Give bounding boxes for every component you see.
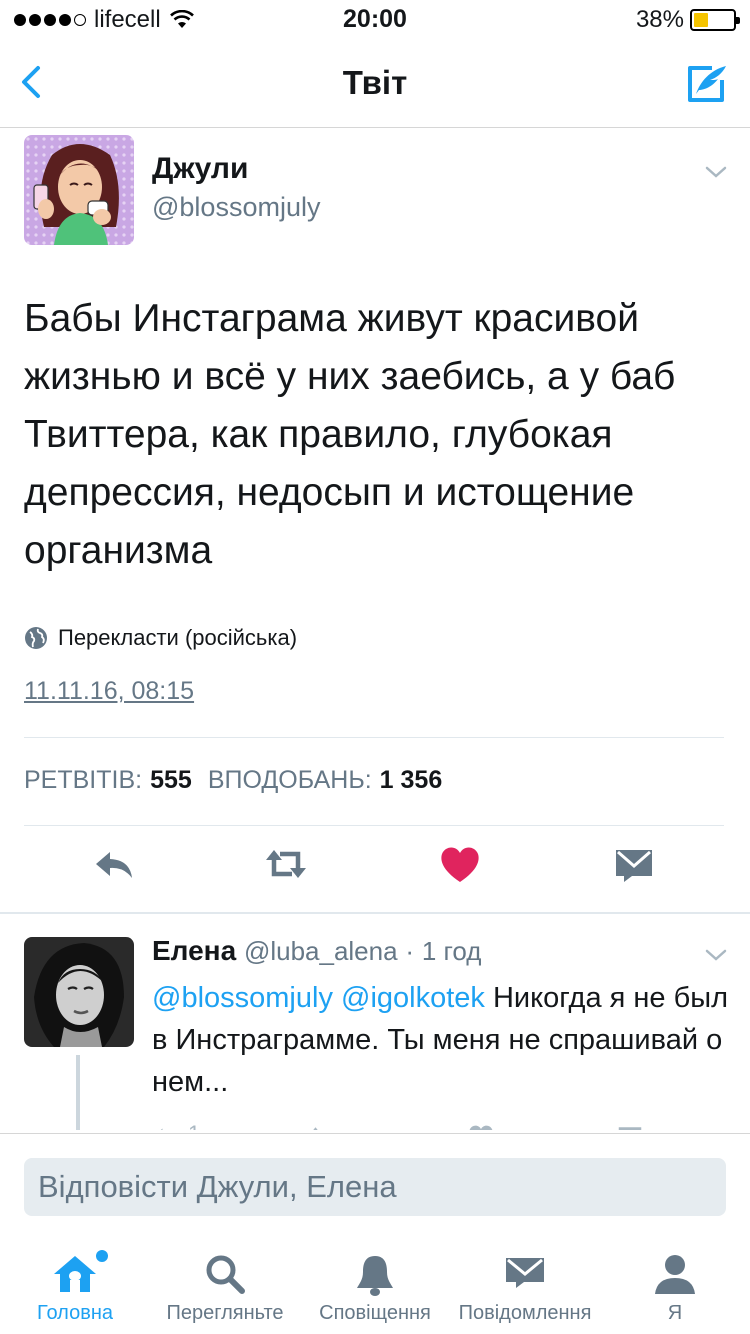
- compose-tweet-icon[interactable]: [682, 60, 730, 108]
- tab-notifications[interactable]: Сповіщення: [300, 1236, 450, 1334]
- tab-home[interactable]: Головна: [0, 1236, 150, 1334]
- tab-label: Я: [667, 1302, 683, 1324]
- tweet-timestamp[interactable]: 11.11.16, 08:15: [24, 677, 194, 706]
- translate-label: Перекласти (російська): [58, 625, 298, 650]
- likes-count: 1 356: [379, 766, 443, 794]
- reply-composer: [0, 1133, 750, 1233]
- reply-icon[interactable]: [150, 1121, 180, 1130]
- tab-me[interactable]: Я: [600, 1236, 750, 1334]
- chevron-down-icon[interactable]: [704, 947, 728, 963]
- reply-tweet[interactable]: Елена @luba_alena · 1 год @blossomjuly @…: [0, 915, 750, 1130]
- nav-bar: Твіт: [0, 40, 750, 128]
- likes-stat[interactable]: ВПОДОБАНЬ: 1 356: [208, 766, 442, 795]
- tab-explore[interactable]: Перегляньте: [150, 1236, 300, 1334]
- avatar[interactable]: [24, 937, 134, 1047]
- reply-header: Елена @luba_alena · 1 год: [152, 935, 481, 967]
- reply-author-handle[interactable]: @luba_alena: [244, 936, 398, 966]
- battery-level: [694, 13, 709, 27]
- thread-line: [76, 1055, 80, 1130]
- direct-message-icon[interactable]: [614, 1121, 646, 1130]
- reply-actions: 1: [140, 1113, 740, 1130]
- search-icon: [206, 1255, 245, 1294]
- tweet-text: Бабы Инстаграма живут красивой жизнью и …: [24, 297, 676, 572]
- person-icon: [655, 1255, 695, 1294]
- battery-icon: [690, 9, 740, 31]
- battery-percent: 38%: [635, 6, 684, 33]
- reply-count: 1: [188, 1121, 200, 1130]
- divider: [24, 825, 724, 826]
- reply-icon[interactable]: [90, 840, 138, 888]
- avatar-image: [24, 135, 134, 245]
- notification-dot: [96, 1250, 108, 1262]
- translate-link[interactable]: Перекласти (російська): [24, 625, 297, 651]
- status-bar: lifecell 20:00 38%: [0, 0, 750, 40]
- chevron-down-icon[interactable]: [704, 164, 728, 180]
- retweets-count: 555: [150, 766, 192, 794]
- divider: [24, 737, 724, 738]
- status-right: 38%: [635, 6, 740, 34]
- home-icon: [54, 1256, 96, 1292]
- tab-label: Повідомлення: [458, 1302, 592, 1324]
- avatar-image: [24, 937, 134, 1047]
- heart-icon[interactable]: [466, 1121, 496, 1130]
- tab-label: Сповіщення: [319, 1302, 431, 1324]
- tweet-author-handle[interactable]: @blossomjuly: [152, 192, 320, 223]
- globe-icon: [25, 627, 47, 649]
- mail-icon: [506, 1258, 544, 1288]
- retweet-icon[interactable]: [262, 840, 310, 888]
- bell-icon: [357, 1256, 393, 1296]
- section-divider: [0, 912, 750, 914]
- mention-link[interactable]: @blossomjuly: [152, 982, 333, 1014]
- tab-messages[interactable]: Повідомлення: [450, 1236, 600, 1334]
- tweet-actions: [0, 840, 750, 896]
- direct-message-icon[interactable]: [610, 840, 658, 888]
- reply-author-name[interactable]: Елена: [152, 935, 236, 966]
- tab-label: Перегляньте: [166, 1302, 284, 1324]
- retweets-label: РЕТВІТІВ:: [24, 766, 143, 794]
- tweet-author-name[interactable]: Джули: [152, 152, 248, 186]
- reply-text: @blossomjuly @igolkotek Никогда я не был…: [152, 977, 732, 1103]
- reply-input[interactable]: [24, 1158, 726, 1216]
- heart-icon[interactable]: [436, 840, 484, 888]
- reply-time: 1 год: [421, 936, 482, 966]
- page-title: Твіт: [342, 64, 408, 101]
- likes-label: ВПОДОБАНЬ:: [207, 766, 372, 794]
- tab-label: Головна: [37, 1302, 113, 1324]
- avatar[interactable]: [24, 135, 134, 245]
- meta-separator: ·: [405, 936, 415, 966]
- retweet-icon[interactable]: [306, 1121, 340, 1130]
- tweet-stats: РЕТВІТІВ: 555 ВПОДОБАНЬ: 1 356: [24, 766, 442, 795]
- mention-link[interactable]: @igolkotek: [341, 982, 485, 1014]
- retweets-stat[interactable]: РЕТВІТІВ: 555: [24, 766, 192, 795]
- tab-bar: Головна Перегляньте Сповіщення Повідомле…: [0, 1236, 750, 1334]
